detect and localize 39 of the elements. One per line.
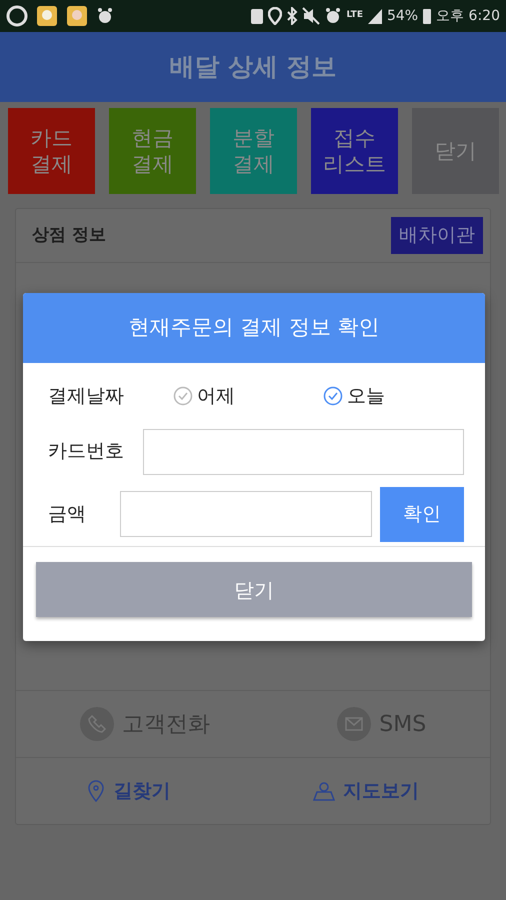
field-label: 카드번호 (48, 439, 125, 464)
screen-title: 배달 상세 정보 (169, 51, 337, 84)
field-label: 결제날짜 (48, 384, 125, 409)
action-button[interactable]: 카드 결제 (8, 108, 95, 194)
map-link[interactable]: 길찾기 (87, 776, 170, 806)
battery-percent: 54% (386, 6, 418, 26)
date-option[interactable]: 어제 (173, 382, 323, 410)
battery-saver-icon (250, 7, 264, 25)
mail-icon (337, 707, 372, 741)
person-icon (312, 780, 335, 802)
bluetooth-icon (286, 7, 298, 25)
dialog-title: 현재주문의 결제 정보 확인 (128, 314, 380, 342)
alarm-icon (96, 7, 114, 25)
clock: 오후 6:20 (436, 6, 500, 26)
mute-icon (302, 7, 320, 25)
card-number-field[interactable] (142, 428, 464, 474)
dispatch-button[interactable]: 배차이관 (391, 217, 483, 254)
phone-icon (80, 707, 114, 741)
action-button[interactable]: 분할 결제 (210, 108, 297, 194)
close-button[interactable]: 닫기 (36, 562, 472, 617)
action-button[interactable]: 현금 결제 (109, 108, 196, 194)
alarm-icon (324, 7, 342, 25)
location-icon (268, 7, 282, 25)
check-circle-icon[interactable] (173, 386, 193, 406)
section-title: 상점 정보 (32, 224, 106, 247)
battery-icon (422, 7, 432, 25)
app-icon (66, 5, 88, 27)
amount-field[interactable] (120, 491, 372, 537)
confirm-button[interactable]: 확인 (380, 486, 464, 542)
field-label: 금액 (48, 502, 87, 527)
action-button[interactable]: 접수 리스트 (311, 108, 398, 194)
map-link[interactable]: 지도보기 (312, 776, 419, 806)
date-option[interactable]: 오늘 (323, 382, 385, 410)
signal-icon (366, 7, 383, 25)
app-icon (36, 5, 58, 27)
check-circle-icon[interactable] (323, 386, 343, 406)
app-icon (6, 5, 28, 27)
pin-icon (87, 780, 106, 802)
network-type: LTE (346, 9, 363, 22)
